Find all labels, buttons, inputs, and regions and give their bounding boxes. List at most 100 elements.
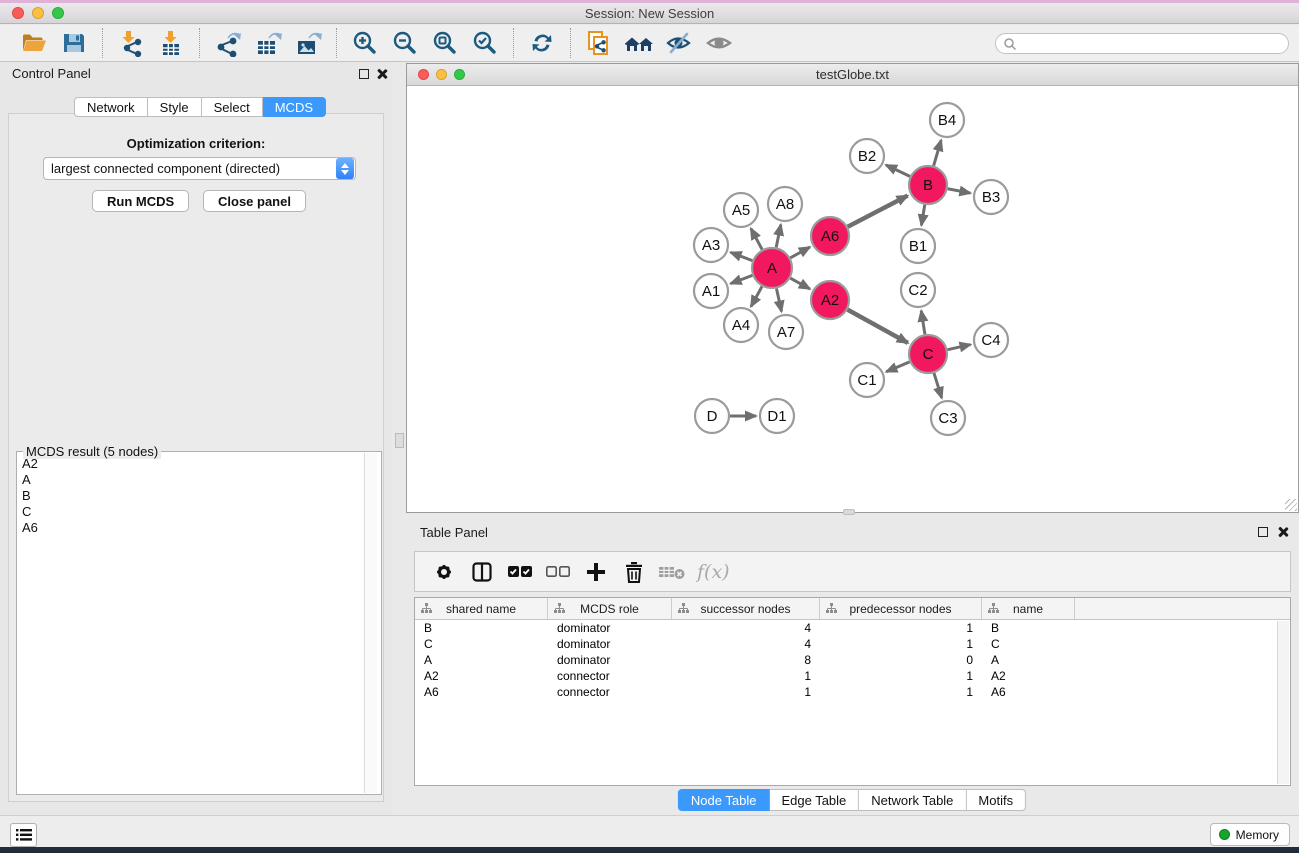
graph-edge-A6-B[interactable]: [848, 196, 908, 227]
table-cell[interactable]: 8: [672, 652, 820, 668]
table-cell[interactable]: connector: [548, 668, 672, 684]
export-network-icon[interactable]: [213, 28, 243, 58]
graph-edge-A-A6[interactable]: [790, 247, 809, 258]
split-columns-icon[interactable]: [467, 558, 497, 586]
window-resize-grip[interactable]: [1285, 499, 1297, 511]
tab-select[interactable]: Select: [202, 97, 263, 117]
table-cell[interactable]: A6: [982, 684, 1075, 700]
graph-edge-B-B2[interactable]: [886, 165, 910, 176]
graph-edge-C-C2[interactable]: [921, 311, 925, 334]
table-cell[interactable]: C: [982, 636, 1075, 652]
mcds-result-item[interactable]: A2: [18, 456, 366, 472]
column-header[interactable]: shared name: [415, 598, 548, 619]
table-cell[interactable]: 1: [820, 620, 982, 636]
column-header[interactable]: name: [982, 598, 1075, 619]
graph-edge-A-A3[interactable]: [731, 252, 753, 260]
table-cell[interactable]: dominator: [548, 620, 672, 636]
column-header[interactable]: predecessor nodes: [820, 598, 982, 619]
split-divider-handle[interactable]: [395, 433, 404, 448]
run-mcds-button[interactable]: Run MCDS: [92, 190, 189, 212]
graph-edge-B-B4[interactable]: [934, 140, 941, 166]
table-cell[interactable]: C: [415, 636, 548, 652]
mcds-result-item[interactable]: C: [18, 504, 366, 520]
mcds-result-item[interactable]: A6: [18, 520, 366, 536]
graph-edge-A-A4[interactable]: [751, 286, 762, 306]
table-cell[interactable]: A2: [415, 668, 548, 684]
import-table-icon[interactable]: [156, 28, 186, 58]
import-network-icon[interactable]: [116, 28, 146, 58]
mcds-result-scrollbar[interactable]: [364, 453, 377, 793]
zoom-in-icon[interactable]: [350, 28, 380, 58]
tab-motifs[interactable]: Motifs: [966, 789, 1026, 811]
table-row[interactable]: Bdominator41B: [415, 620, 1290, 636]
column-header[interactable]: successor nodes: [672, 598, 820, 619]
table-cell[interactable]: A6: [415, 684, 548, 700]
table-float-icon[interactable]: [1258, 527, 1268, 537]
table-row[interactable]: A2connector11A2: [415, 668, 1290, 684]
table-cell[interactable]: 1: [820, 684, 982, 700]
graph-edge-A-A7[interactable]: [776, 289, 781, 312]
mcds-result-item[interactable]: A: [18, 472, 366, 488]
gear-icon[interactable]: [429, 558, 459, 586]
table-cell[interactable]: 1: [820, 668, 982, 684]
mcds-result-item[interactable]: B: [18, 488, 366, 504]
horizontal-divider-handle[interactable]: [843, 509, 855, 515]
graph-edge-B-B1[interactable]: [921, 205, 924, 226]
function-builder-icon[interactable]: f(x): [697, 561, 730, 583]
close-panel-icon[interactable]: [376, 68, 388, 80]
table-cell[interactable]: A2: [982, 668, 1075, 684]
open-session-icon[interactable]: [19, 28, 49, 58]
table-close-icon[interactable]: [1277, 526, 1289, 538]
zoom-out-icon[interactable]: [390, 28, 420, 58]
table-cell[interactable]: 1: [672, 668, 820, 684]
memory-button[interactable]: Memory: [1210, 823, 1290, 846]
graph-edge-A2-C[interactable]: [848, 310, 908, 343]
table-cell[interactable]: dominator: [548, 636, 672, 652]
table-cell[interactable]: A: [415, 652, 548, 668]
table-row[interactable]: Adominator80A: [415, 652, 1290, 668]
graph-edge-C-C4[interactable]: [948, 345, 971, 350]
delete-table-icon[interactable]: [657, 558, 687, 586]
tab-edge-table[interactable]: Edge Table: [769, 789, 859, 811]
home-layout-icon[interactable]: [624, 28, 654, 58]
tab-mcds[interactable]: MCDS: [263, 97, 326, 117]
show-eye-icon[interactable]: [704, 28, 734, 58]
refresh-view-icon[interactable]: [527, 28, 557, 58]
delete-column-icon[interactable]: [619, 558, 649, 586]
table-row[interactable]: A6connector11A6: [415, 684, 1290, 700]
table-cell[interactable]: A: [982, 652, 1075, 668]
export-image-icon[interactable]: [293, 28, 323, 58]
table-row[interactable]: Cdominator41C: [415, 636, 1290, 652]
table-cell[interactable]: B: [415, 620, 548, 636]
graph-edge-B-B3[interactable]: [948, 189, 971, 193]
table-cell[interactable]: 1: [820, 636, 982, 652]
duplicate-network-icon[interactable]: [584, 28, 614, 58]
table-cell[interactable]: connector: [548, 684, 672, 700]
graph-edge-A-A8[interactable]: [776, 225, 781, 248]
table-cell[interactable]: 0: [820, 652, 982, 668]
table-cell[interactable]: 4: [672, 636, 820, 652]
zoom-fit-icon[interactable]: [430, 28, 460, 58]
graph-edge-C-C1[interactable]: [886, 362, 909, 372]
tab-network-table[interactable]: Network Table: [859, 789, 966, 811]
deselect-all-icon[interactable]: [543, 558, 573, 586]
hide-eye-icon[interactable]: [664, 28, 694, 58]
close-panel-button[interactable]: Close panel: [203, 190, 306, 212]
column-header[interactable]: MCDS role: [548, 598, 672, 619]
table-cell[interactable]: 4: [672, 620, 820, 636]
table-cell[interactable]: dominator: [548, 652, 672, 668]
search-input[interactable]: [995, 33, 1289, 54]
tab-style[interactable]: Style: [148, 97, 202, 117]
graph-edge-C-C3[interactable]: [934, 373, 942, 398]
optimization-criterion-dropdown[interactable]: largest connected component (directed): [43, 157, 356, 180]
zoom-selected-icon[interactable]: [470, 28, 500, 58]
table-cell[interactable]: 1: [672, 684, 820, 700]
table-cell[interactable]: B: [982, 620, 1075, 636]
tab-node-table[interactable]: Node Table: [678, 789, 770, 811]
save-session-icon[interactable]: [59, 28, 89, 58]
select-all-icon[interactable]: [505, 558, 535, 586]
task-history-button[interactable]: [10, 823, 37, 847]
network-graph-canvas[interactable]: AA2A6BCA1A3A4A5A7A8B1B2B3B4C1C2C3C4DD1: [407, 87, 1298, 513]
graph-edge-A-A2[interactable]: [790, 278, 809, 289]
float-panel-icon[interactable]: [359, 69, 369, 79]
